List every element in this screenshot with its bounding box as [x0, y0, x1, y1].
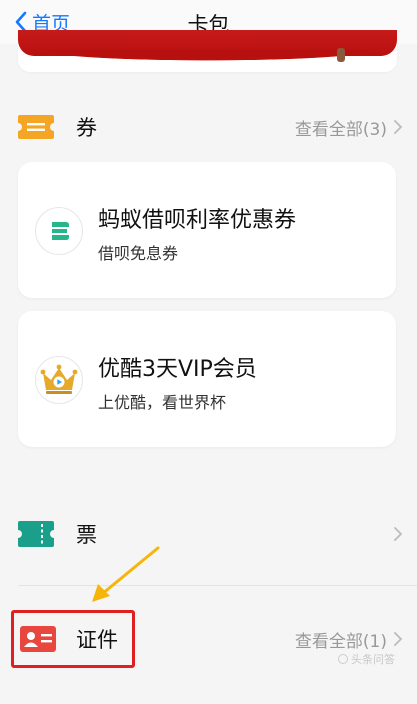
youku-vip-crown-icon — [35, 356, 83, 404]
tickets-section-row[interactable]: 票 — [0, 505, 417, 563]
highlight-box — [11, 610, 135, 668]
coupon-card-youku[interactable]: 优酷3天VIP会员 上优酷，看世界杯 — [18, 311, 396, 447]
coupon-card-jiebei[interactable]: 蚂蚁借呗利率优惠券 借呗免息券 — [18, 162, 396, 298]
chevron-right-icon — [394, 527, 402, 541]
ticket-icon — [18, 521, 54, 547]
pointer-arrow-icon — [92, 546, 160, 602]
coupon-subtitle: 上优酷，看世界杯 — [98, 393, 227, 412]
ids-view-all-label: 查看全部(1) — [294, 631, 387, 652]
chevron-right-icon — [394, 120, 402, 134]
chevron-right-icon — [394, 632, 402, 646]
top-banner-card[interactable] — [18, 30, 397, 72]
watermark: 头条问答 — [338, 651, 395, 667]
watermark-text: 头条问答 — [351, 653, 395, 666]
ids-view-all[interactable]: 查看全部(1) — [295, 627, 403, 652]
coupon-icon — [18, 115, 54, 139]
coupon-title: 蚂蚁借呗利率优惠券 — [98, 208, 297, 233]
tickets-chevron[interactable] — [387, 526, 403, 542]
section-divider — [18, 585, 417, 586]
jiebei-logo-icon — [35, 207, 83, 255]
coupons-section-row[interactable]: 券 查看全部(3) — [0, 98, 417, 156]
coupons-section-label: 券 — [76, 116, 97, 140]
coupons-view-all-label: 查看全部(3) — [294, 119, 387, 140]
banner-decoration — [337, 48, 345, 62]
coupons-view-all[interactable]: 查看全部(3) — [295, 115, 403, 140]
watermark-logo-icon — [338, 654, 348, 664]
coupon-title: 优酷3天VIP会员 — [98, 357, 257, 382]
coupon-subtitle: 借呗免息券 — [98, 244, 179, 263]
